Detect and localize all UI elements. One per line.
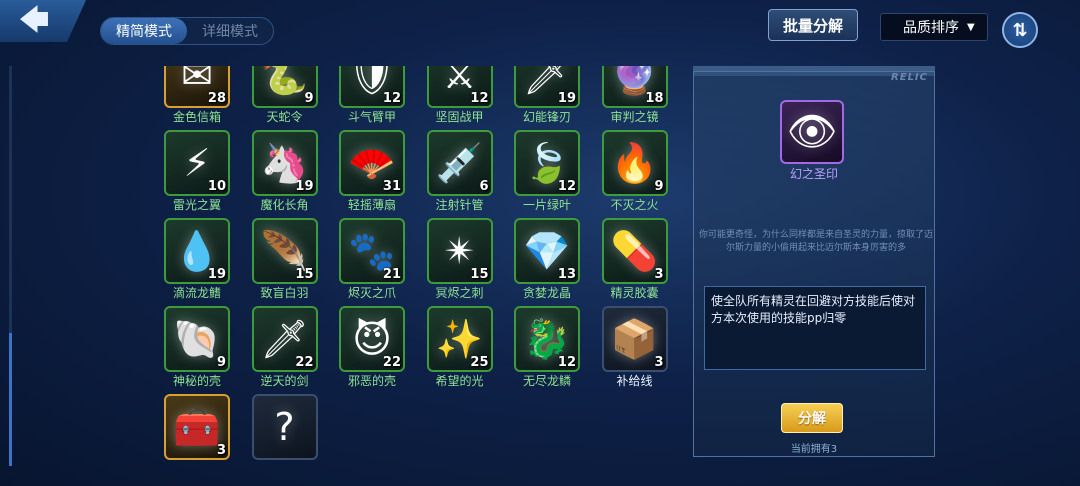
item-icon: 🐉 [523, 317, 571, 361]
bulk-decompose-button[interactable]: 批量分解 [768, 9, 858, 41]
caret-down-icon: ▼ [967, 21, 975, 33]
item-icon: ? [274, 405, 295, 449]
item-icon: 🗡 [522, 66, 572, 97]
item-icon: 🍃 [523, 141, 571, 185]
item-count: 9 [654, 179, 664, 194]
item-icon: ⚡ [183, 141, 211, 185]
item-icon: 🪶 [260, 229, 309, 273]
back-button[interactable]: 🡄 [0, 0, 86, 42]
top-bar: 🡄 精简模式 详细模式 批量分解 品质排序 ▼ ⇅ [0, 0, 1080, 60]
item-count: 3 [654, 267, 664, 282]
item-icon: ⚔ [442, 66, 477, 97]
mode-toggle: 精简模式 详细模式 [100, 17, 274, 45]
detail-panel: RELIC 👁 幻之圣印 你可能更奇怪，为什么同样都是来自圣灵的力量，掠取了迈尔… [693, 71, 935, 457]
item-slot[interactable]: ?解锁 97/99 [218, 394, 318, 462]
item-slot[interactable]: 💎 13 贪婪龙晶 [480, 218, 580, 306]
item-name: 审判之镜 [610, 110, 659, 124]
selected-item-name: 幻之圣印 [789, 167, 838, 181]
swap-arrows-icon: ⇅ [1012, 19, 1028, 41]
item-icon: 💊 [610, 229, 659, 273]
tab-simple-mode[interactable]: 精简模式 [101, 18, 187, 44]
effect-description: 使全队所有精灵在回避对方技能后使对方本次使用的技能pp归零 [704, 286, 926, 370]
item-slot[interactable]: 🐍 9 天蛇令 [218, 66, 318, 130]
item-slot[interactable]: 🧰3豪华补给线 [130, 394, 230, 462]
item-icon: ✨ [435, 317, 484, 361]
item-slot[interactable]: 📦 3 补给线 [568, 306, 668, 394]
item-slot[interactable]: 🦄 19 魔化长角 [218, 130, 318, 218]
item-icon: 💉 [435, 141, 484, 185]
item-slot[interactable]: 🐉 12 无尽龙鳞 [480, 306, 580, 394]
item-icon: 💧 [173, 229, 221, 273]
item-slot[interactable]: 🪭 31 轻摇薄扇 [305, 130, 405, 218]
item-slot[interactable]: 🪶 15 致盲白羽 [218, 218, 318, 306]
item-slot[interactable]: 💉 6 注射针管 [393, 130, 493, 218]
item-icon: 🗡 [260, 317, 309, 361]
item-count: 18 [645, 91, 664, 106]
item-icon: 🐾 [348, 229, 396, 273]
item-slot[interactable]: 🛡 12 斗气臂甲 [305, 66, 405, 130]
item-slot[interactable]: ⚔ 12 坚固战甲 [393, 66, 493, 130]
item-slot[interactable]: ✴ 15 冥烬之刺 [393, 218, 493, 306]
scrollbar-thumb[interactable] [9, 333, 12, 466]
item-count: 3 [654, 355, 664, 370]
relic-tag: RELIC [891, 72, 928, 83]
item-icon: ✉ [181, 66, 213, 97]
item-icon: 🧰 [173, 405, 221, 449]
item-icon: 🔮 [610, 66, 659, 97]
flavor-text: 你可能更奇怪，为什么同样都是来自圣灵的力量，掠取了迈尔斯力量的小偷用起来比迈尔斯… [698, 230, 933, 253]
item-icon: 😈 [352, 317, 392, 361]
item-icon: 🦄 [260, 141, 309, 185]
item-grid: ✉ 28 金色信箱 🐍 9 天蛇令 🛡 12 斗气臂甲 ⚔ 12 坚固战甲 🗡 19 幻能锋刃 🔮 18 审判之镜… [130, 66, 670, 462]
item-slot[interactable]: 🍃 12 一片绿叶 [480, 130, 580, 218]
item-icon: 💎 [523, 229, 571, 273]
item-tile[interactable]: 🔥 9 [601, 130, 668, 196]
item-slot[interactable]: 🗡 22 逆天的剑 [218, 306, 318, 394]
sort-order-button[interactable]: ⇅ [1002, 12, 1038, 48]
item-slot[interactable]: ✨ 25 希望的光 [393, 306, 493, 394]
holy-seal-icon: 👁 [786, 109, 838, 155]
item-name: 解锁 97/99 [218, 460, 352, 462]
item-tile[interactable]: 🔮 18 [601, 66, 668, 108]
item-slot[interactable]: ✉ 28 金色信箱 [130, 66, 230, 130]
item-tile[interactable]: 💊 3 [601, 218, 668, 284]
item-icon: 🛡 [347, 66, 397, 97]
item-icon: 🐍 [260, 66, 309, 97]
item-slot[interactable]: 🗡 19 幻能锋刃 [480, 66, 580, 130]
item-slot[interactable]: 🐚 9 神秘的壳 [130, 306, 230, 394]
item-slot[interactable]: 🐾 21 烬灭之爪 [305, 218, 405, 306]
item-icon: 🐚 [173, 317, 221, 361]
item-slot[interactable]: 🔥 9 不灭之火 [568, 130, 668, 218]
item-slot[interactable]: 💧 19 滴流龙鳍 [130, 218, 230, 306]
back-arrow-icon: 🡄 [18, 3, 50, 38]
item-icon: 🔥 [610, 141, 659, 185]
item-icon: ✴ [443, 229, 476, 273]
item-slot[interactable]: ⚡ 10 雷光之翼 [130, 130, 230, 218]
scrollbar[interactable] [9, 66, 12, 466]
item-slot[interactable]: 🔮 18 审判之镜 [568, 66, 668, 130]
decompose-button[interactable]: 分解 [781, 403, 843, 433]
item-slot[interactable]: 😈 22 邪恶的壳 [305, 306, 405, 394]
sort-dropdown-label: 品质排序 [903, 20, 959, 36]
item-icon: 🪭 [348, 141, 396, 185]
item-slot[interactable]: 💊 3 精灵胶囊 [568, 218, 668, 306]
item-tile[interactable]: ? [251, 394, 318, 460]
item-tile[interactable]: 📦 3 [601, 306, 668, 372]
item-name: 补给线 [616, 374, 653, 388]
sort-dropdown[interactable]: 品质排序 ▼ [880, 13, 988, 41]
tab-detailed-mode[interactable]: 详细模式 [187, 18, 273, 44]
owned-count: 当前拥有3 [790, 444, 838, 455]
item-icon: 📦 [610, 317, 659, 361]
item-name: 不灭之火 [610, 198, 659, 212]
selected-item-tile: 👁 [780, 100, 844, 164]
item-name: 精灵胶囊 [610, 286, 659, 300]
